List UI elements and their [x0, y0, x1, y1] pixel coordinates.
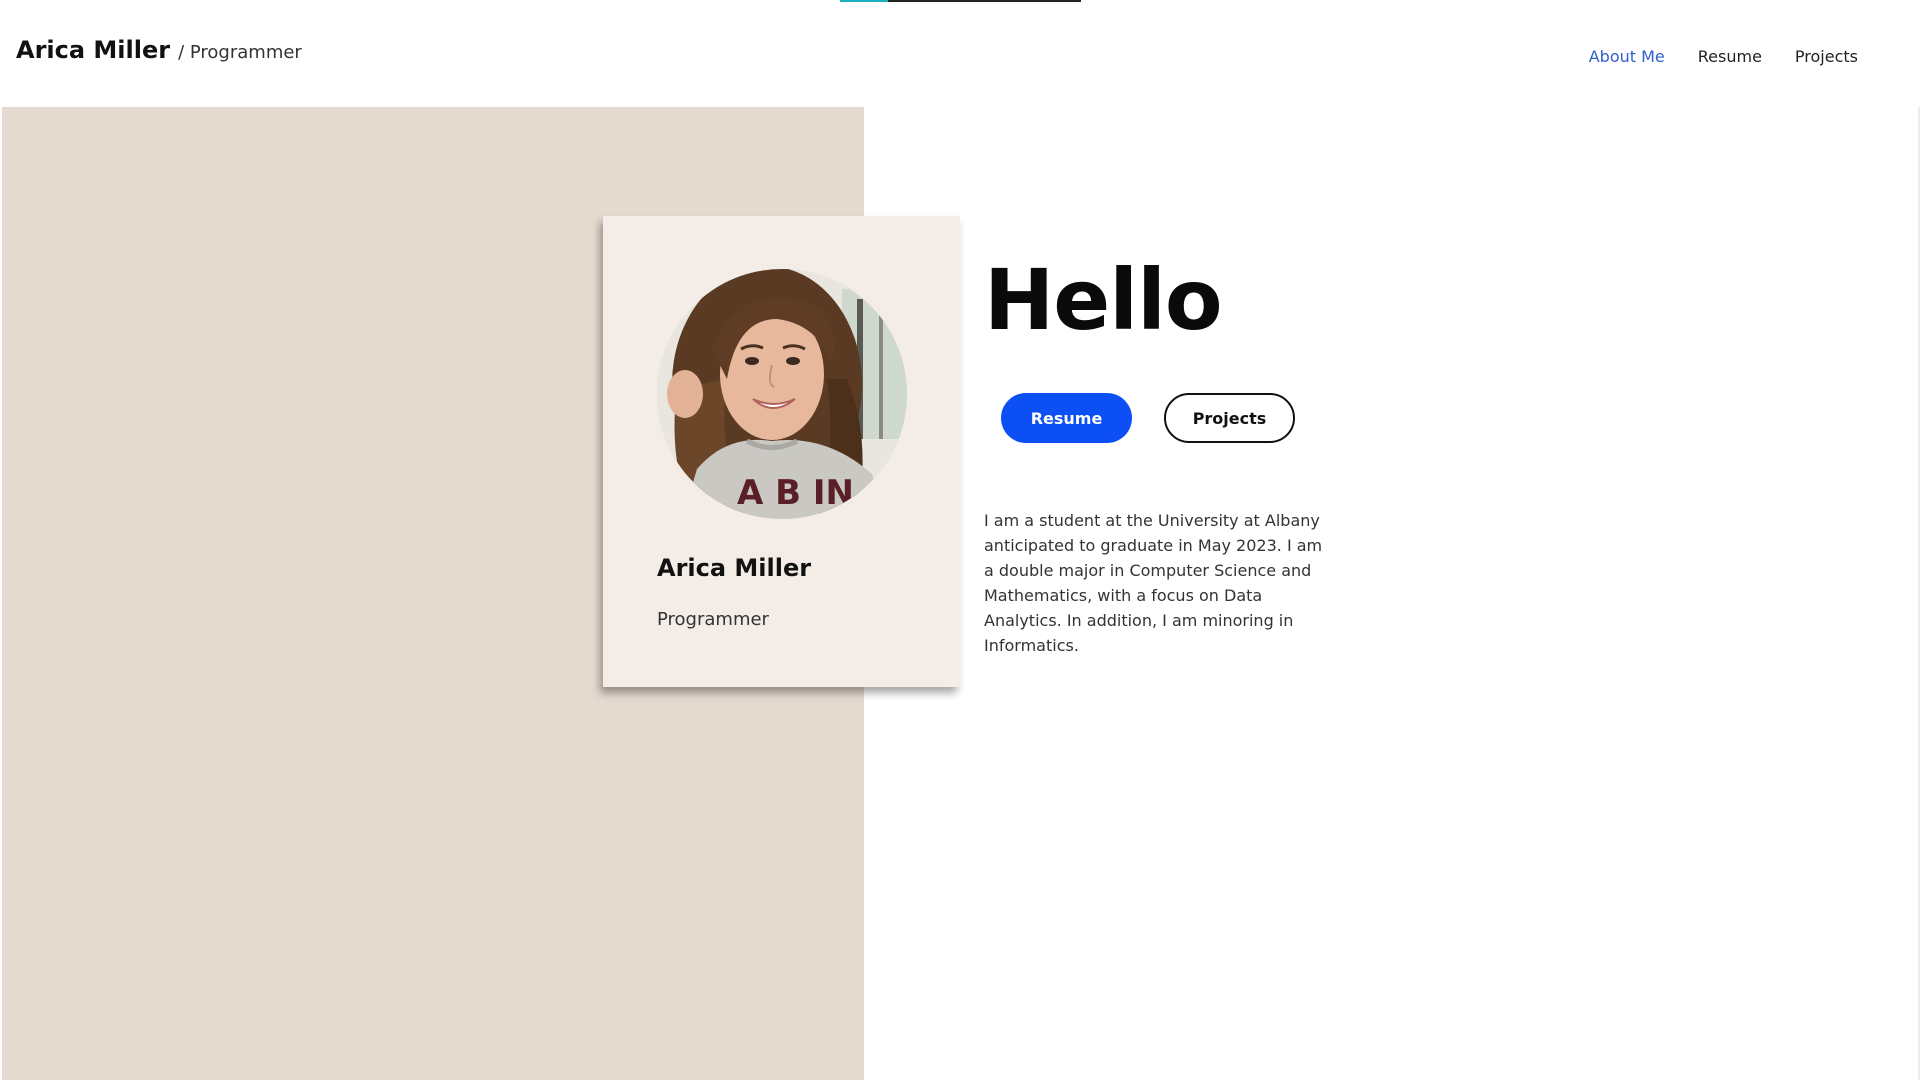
site-header: Arica Miller / Programmer About Me Resum…	[0, 0, 1920, 107]
hero-heading: Hello	[984, 251, 1223, 349]
profile-title: Programmer	[657, 609, 769, 630]
page: Arica Miller / Programmer About Me Resum…	[0, 0, 1920, 1080]
brand-subtitle: / Programmer	[178, 42, 302, 63]
profile-name: Arica Miller	[657, 554, 812, 582]
main-nav: About Me Resume Projects	[1589, 47, 1858, 66]
bio-paragraph: I am a student at the University at Alba…	[984, 511, 1323, 655]
profile-card: A B IN Arica Miller Programmer	[603, 216, 960, 687]
profile-photo-icon: A B IN	[657, 269, 907, 519]
nav-projects[interactable]: Projects	[1795, 47, 1858, 66]
brand[interactable]: Arica Miller / Programmer	[16, 36, 302, 64]
brand-name: Arica Miller	[16, 36, 171, 64]
projects-button[interactable]: Projects	[1164, 393, 1295, 443]
sweatshirt-lettering-icon: A B IN	[737, 473, 854, 513]
nav-resume[interactable]: Resume	[1698, 47, 1762, 66]
profile-photo-avatar: A B IN	[657, 269, 907, 519]
nav-about-me[interactable]: About Me	[1589, 47, 1665, 66]
resume-button[interactable]: Resume	[1001, 393, 1132, 443]
